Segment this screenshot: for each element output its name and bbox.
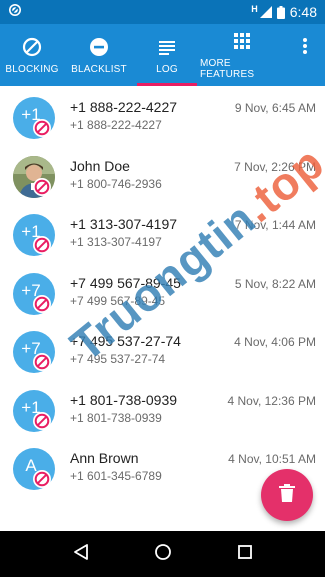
blocker-status-icon: [8, 3, 22, 22]
tab-more-features[interactable]: MORE FEATURES: [200, 24, 284, 86]
log-item-info: +7 499 567-89-45 +7 499 567-89-45: [70, 275, 181, 308]
log-item-title: +1 313-307-4197: [70, 216, 178, 232]
blocked-icon: [33, 119, 51, 137]
signal-icon: [259, 6, 272, 18]
tab-blacklist[interactable]: BLACKLIST: [64, 24, 134, 86]
minus-circle-icon: [89, 36, 109, 58]
back-icon[interactable]: [72, 543, 90, 566]
call-log-list: +1 +1 888-222-4227 +1 888-222-4227 9 Nov…: [0, 86, 325, 498]
log-item-time: 4 Nov, 10:51 AM: [228, 452, 316, 466]
grid-icon: [234, 30, 250, 52]
log-item-number: +1 313-307-4197: [70, 235, 162, 249]
log-item-info: +1 888-222-4227 +1 888-222-4227: [70, 99, 177, 132]
log-item[interactable]: +1 +1 801-738-0939 +1 801-738-0939 4 Nov…: [0, 381, 325, 440]
tab-blacklist-label: BLACKLIST: [71, 63, 127, 75]
log-item[interactable]: +7 +7 495 537-27-74 +7 495 537-27-74 4 N…: [0, 322, 325, 381]
log-item[interactable]: +7 +7 499 567-89-45 +7 499 567-89-45 5 N…: [0, 264, 325, 323]
log-item-time: 5 Nov, 8:22 AM: [234, 276, 316, 291]
list-icon: [158, 36, 176, 58]
recents-icon[interactable]: [237, 544, 253, 565]
home-icon[interactable]: [154, 543, 172, 566]
block-icon: [22, 36, 42, 58]
trash-icon: [279, 483, 295, 507]
log-item-number: +1 888-222-4227: [70, 118, 162, 132]
tab-log[interactable]: LOG: [134, 24, 200, 86]
network-type: H: [251, 4, 258, 14]
log-item[interactable]: +1 +1 313-307-4197 +1 313-307-4197 7 Nov…: [0, 205, 325, 264]
tab-blocking[interactable]: BLOCKING: [0, 24, 64, 86]
log-item-number: +7 495 537-27-74: [70, 352, 166, 366]
tab-bar: BLOCKING BLACKLIST LOG MORE FEATURES: [0, 24, 325, 86]
overflow-menu-button[interactable]: [284, 10, 325, 86]
clear-log-button[interactable]: [261, 469, 313, 521]
blocked-icon: [33, 411, 51, 430]
tab-blocking-label: BLOCKING: [5, 63, 59, 75]
log-item-title: Ann Brown: [70, 450, 139, 466]
log-item-info: Ann Brown +1 601-345-6789: [70, 450, 162, 483]
log-item-info: +1 313-307-4197 +1 313-307-4197: [70, 216, 177, 249]
status-bar: H 6:48: [0, 0, 325, 24]
log-item-title: +1 801-738-0939: [70, 391, 178, 408]
log-item-title: +7 495 537-27-74: [70, 333, 181, 349]
log-item-number: +1 601-345-6789: [70, 469, 162, 483]
tab-more-features-label: MORE FEATURES: [200, 58, 255, 80]
log-item-time: 4 Nov, 12:36 PM: [227, 393, 317, 408]
log-item-time: 7 Nov, 2:26 PM: [234, 159, 316, 174]
log-item-info: +1 801-738-0939 +1 801-738-0939: [70, 392, 177, 425]
log-item-number: +1 800-746-2936: [70, 176, 162, 191]
log-item[interactable]: +1 +1 888-222-4227 +1 888-222-4227 9 Nov…: [0, 88, 325, 147]
blocked-icon: [33, 236, 51, 254]
status-left: [8, 3, 22, 22]
blocked-icon: [33, 470, 51, 488]
blocked-icon: [33, 353, 51, 371]
log-item[interactable]: John Doe +1 800-746-2936 7 Nov, 2:26 PM: [0, 147, 325, 206]
log-item-number: +1 801-738-0939: [70, 410, 162, 425]
log-item-time: 7 Nov, 1:44 AM: [234, 218, 316, 232]
tab-log-label: LOG: [156, 63, 178, 75]
navigation-bar: [0, 531, 325, 577]
log-item-info: +7 495 537-27-74 +7 495 537-27-74: [70, 333, 181, 366]
more-vert-icon: [302, 37, 307, 59]
log-item-time: 4 Nov, 4:06 PM: [234, 335, 316, 349]
log-item-number: +7 499 567-89-45: [70, 293, 166, 308]
blocked-icon: [33, 177, 51, 196]
blocked-icon: [33, 294, 51, 313]
log-item-info: John Doe +1 800-746-2936: [70, 158, 162, 191]
log-item-title: +7 499 567-89-45: [70, 274, 181, 291]
log-item-title: +1 888-222-4227: [70, 99, 178, 115]
log-item-time: 9 Nov, 6:45 AM: [234, 101, 316, 115]
log-item-title: John Doe: [70, 157, 130, 174]
